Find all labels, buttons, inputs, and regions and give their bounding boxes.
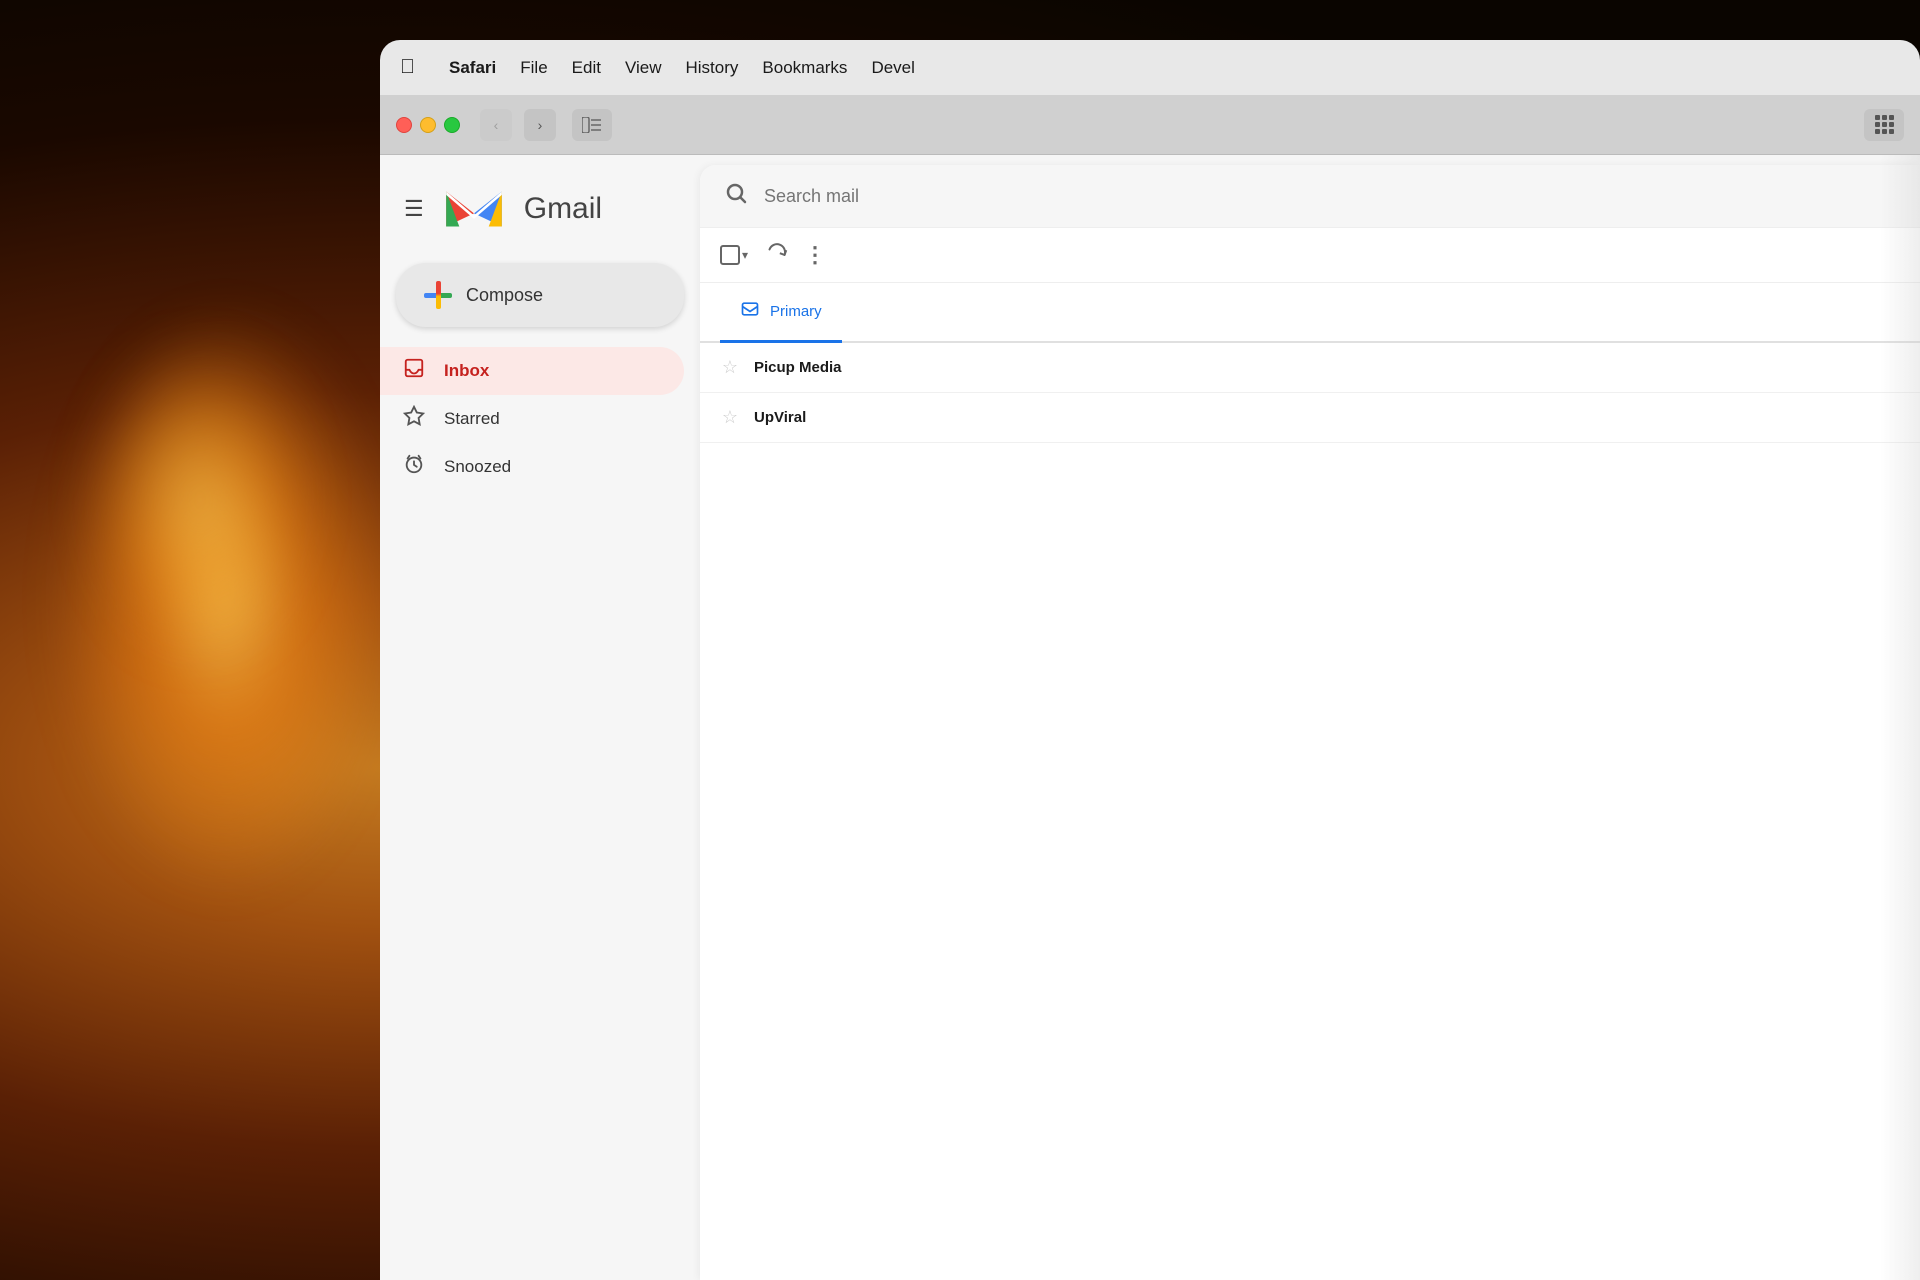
macos-menubar:  Safari File Edit View History Bookmark… [380,40,1920,95]
grid-dot [1889,122,1894,127]
menu-bookmarks[interactable]: Bookmarks [750,54,859,82]
gmail-header: ☰ [380,175,700,263]
refresh-button[interactable] [760,237,793,273]
sidebar-item-snoozed[interactable]: Snoozed [380,443,684,491]
email-item-1[interactable]: ☆ Picup Media [700,343,1920,393]
gmail-toolbar: ▾ ⋮ [700,228,1920,283]
grid-dot [1882,122,1887,127]
gmail-content: ☰ [380,155,1920,1280]
tab-primary[interactable]: Primary [720,283,842,343]
grid-dot [1889,129,1894,134]
starred-icon [400,405,428,433]
grid-dot [1875,122,1880,127]
sidebar-toggle-icon [582,117,602,133]
primary-tab-icon [740,299,760,324]
close-button[interactable] [396,117,412,133]
grid-dot [1889,115,1894,120]
traffic-lights [396,117,460,133]
starred-label: Starred [444,409,500,429]
right-edge-cutoff [1880,155,1920,1280]
gmail-logo-text: Gmail [524,192,602,226]
compose-label: Compose [466,285,543,306]
inbox-label: Inbox [444,361,489,381]
compose-plus-icon [424,281,452,309]
gmail-search-bar [700,165,1920,228]
forward-button[interactable]: › [524,109,556,141]
fullscreen-button[interactable] [444,117,460,133]
browser-chrome: ‹ › [380,95,1920,155]
back-button[interactable]: ‹ [480,109,512,141]
grid-dot [1882,115,1887,120]
grid-dot [1882,129,1887,134]
search-input[interactable] [764,186,1896,207]
menu-edit[interactable]: Edit [560,54,613,82]
macbook-screen:  Safari File Edit View History Bookmark… [380,40,1920,1280]
sidebar-item-starred[interactable]: Starred [380,395,684,443]
hamburger-menu-button[interactable]: ☰ [400,192,428,226]
extensions-grid-button[interactable] [1864,109,1904,141]
grid-dots-icon [1875,115,1894,134]
grid-dot [1875,115,1880,120]
menu-file[interactable]: File [508,54,559,82]
menu-history[interactable]: History [674,54,751,82]
email-sender-2: UpViral [754,409,934,426]
select-all-checkbox-wrap[interactable]: ▾ [720,245,748,265]
email-sender-1: Picup Media [754,359,934,376]
gmail-tabs: Primary [700,283,1920,343]
email-list: ☆ Picup Media ☆ UpViral [700,343,1920,1280]
menu-safari[interactable]: Safari [437,54,508,82]
inbox-icon [400,357,428,385]
grid-dot [1875,129,1880,134]
gmail-sidebar: ☰ [380,155,700,1280]
search-icon [724,181,748,211]
gmail-logo-icon [444,185,504,233]
primary-tab-label: Primary [770,303,822,320]
star-icon-1[interactable]: ☆ [720,357,740,378]
snoozed-icon [400,453,428,481]
sidebar-item-inbox[interactable]: Inbox [380,347,684,395]
plus-vertical [436,281,441,309]
menu-develop[interactable]: Devel [859,54,926,82]
star-icon-2[interactable]: ☆ [720,407,740,428]
forward-icon: › [538,117,543,133]
minimize-button[interactable] [420,117,436,133]
menu-view[interactable]: View [613,54,674,82]
sidebar-toggle-button[interactable] [572,109,612,141]
back-icon: ‹ [494,117,499,133]
background-bokeh-effect [100,350,300,650]
compose-button[interactable]: Compose [396,263,684,327]
email-item-2[interactable]: ☆ UpViral [700,393,1920,443]
gmail-main-panel: ▾ ⋮ [700,165,1920,1280]
select-all-checkbox[interactable] [720,245,740,265]
apple-menu-icon[interactable]:  [400,56,415,79]
more-options-button[interactable]: ⋮ [804,242,827,268]
select-dropdown-icon[interactable]: ▾ [742,248,748,262]
snoozed-label: Snoozed [444,457,511,477]
